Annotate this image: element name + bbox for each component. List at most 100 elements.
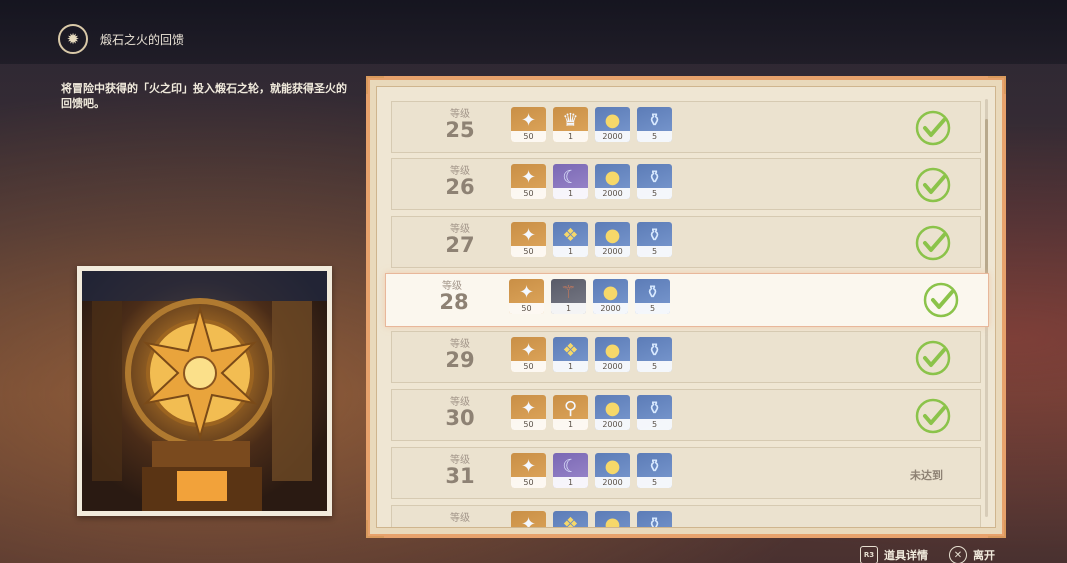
item-quantity: 50 bbox=[511, 419, 546, 430]
level-number: 26 bbox=[445, 175, 475, 199]
close-icon: ✕ bbox=[949, 546, 967, 563]
primogem-icon: ✦ bbox=[520, 225, 537, 246]
item-quantity: 1 bbox=[553, 477, 588, 488]
heros-wit-icon: ⚱ bbox=[646, 225, 663, 246]
item-quantity: 5 bbox=[637, 131, 672, 142]
reward-item[interactable]: ❖ 1 bbox=[553, 337, 588, 372]
mora-icon: ● bbox=[604, 456, 621, 477]
reward-item[interactable]: ✦ bbox=[511, 511, 546, 528]
reward-row[interactable]: 等级 26 ✦ 50 ☾ 1 ● 2000 ⚱ 5 bbox=[391, 158, 981, 210]
reward-row[interactable]: 等级 29 ✦ 50 ❖ 1 ● 2000 ⚱ 5 bbox=[391, 331, 981, 383]
reward-item[interactable]: ❖ bbox=[553, 511, 588, 528]
reward-row[interactable]: 等级 ✦ ❖ ● ⚱ bbox=[391, 505, 981, 528]
reward-row[interactable]: 等级 28 ✦ 50 ⚚ 1 ● 2000 ⚱ 5 bbox=[385, 273, 989, 327]
level-number: 27 bbox=[445, 233, 475, 257]
reward-row[interactable]: 等级 27 ✦ 50 ❖ 1 ● 2000 ⚱ 5 bbox=[391, 216, 981, 268]
heros-wit-icon: ⚱ bbox=[646, 167, 663, 188]
mora-icon: ● bbox=[604, 225, 621, 246]
reward-row[interactable]: 等级 30 ✦ 50 ⚲ 1 ● 2000 ⚱ 5 bbox=[391, 389, 981, 441]
reward-item[interactable]: ⚱ 5 bbox=[637, 395, 672, 430]
item-details-button[interactable]: R3 道具详情 bbox=[860, 546, 928, 563]
event-artwork bbox=[77, 266, 332, 516]
rewards-list[interactable]: 等级 25 ✦ 50 ♛ 1 ● 2000 ⚱ 5 等级 26 ✦ 50 ☾ 1 ● 2000 ⚱ 5 等级 27 ✦ 50 ❖… bbox=[376, 86, 996, 528]
reward-item[interactable]: ● 2000 bbox=[593, 279, 628, 314]
wand-icon: ⚚ bbox=[560, 282, 577, 303]
primogem-icon: ✦ bbox=[518, 282, 535, 303]
item-quantity: 2000 bbox=[595, 361, 630, 372]
crystal-ore-icon: ❖ bbox=[562, 340, 579, 361]
forge-wheel-image bbox=[82, 271, 327, 511]
mora-icon: ● bbox=[602, 282, 619, 303]
reward-item[interactable]: ● 2000 bbox=[595, 164, 630, 199]
reward-item[interactable]: ⚱ 5 bbox=[637, 453, 672, 488]
reward-item[interactable]: ⚲ 1 bbox=[553, 395, 588, 430]
reward-item[interactable]: ● 2000 bbox=[595, 337, 630, 372]
furnace-emblem-icon: ✹ bbox=[58, 24, 88, 54]
mora-icon: ● bbox=[604, 398, 621, 419]
reward-item[interactable]: ● 2000 bbox=[595, 222, 630, 257]
level-number: 30 bbox=[445, 406, 475, 430]
reward-item[interactable]: ● 2000 bbox=[595, 395, 630, 430]
event-title: 煅石之火的回馈 bbox=[100, 33, 185, 47]
reward-item[interactable]: ✦ 50 bbox=[511, 453, 546, 488]
item-quantity: 2000 bbox=[595, 188, 630, 199]
item-quantity: 1 bbox=[553, 246, 588, 257]
reward-item[interactable]: ✦ 50 bbox=[511, 107, 546, 142]
level-number: 28 bbox=[439, 290, 469, 314]
scepter-icon: ⚲ bbox=[563, 398, 578, 419]
item-quantity: 5 bbox=[635, 303, 670, 314]
item-quantity: 2000 bbox=[595, 419, 630, 430]
item-quantity: 50 bbox=[509, 303, 544, 314]
reward-item[interactable]: ❖ 1 bbox=[553, 222, 588, 257]
status-not-reached: 未达到 bbox=[910, 469, 943, 482]
reward-item[interactable]: ⚱ 5 bbox=[637, 107, 672, 142]
heros-wit-icon: ⚱ bbox=[646, 456, 663, 477]
reward-item[interactable]: ✦ 50 bbox=[511, 337, 546, 372]
moon-bell-icon: ☾ bbox=[562, 167, 579, 188]
item-quantity: 50 bbox=[511, 131, 546, 142]
reward-row[interactable]: 等级 31 ✦ 50 ☾ 1 ● 2000 ⚱ 5 未达到 bbox=[391, 447, 981, 499]
reward-row[interactable]: 等级 25 ✦ 50 ♛ 1 ● 2000 ⚱ 5 bbox=[391, 101, 981, 153]
reward-item[interactable]: ☾ 1 bbox=[553, 453, 588, 488]
leave-label: 离开 bbox=[973, 549, 995, 562]
reward-item[interactable]: ⚱ bbox=[637, 511, 672, 527]
item-quantity: 2000 bbox=[593, 303, 628, 314]
primogem-icon: ✦ bbox=[520, 514, 537, 528]
claimed-check-icon bbox=[923, 282, 959, 318]
level-number: 25 bbox=[445, 118, 475, 142]
primogem-icon: ✦ bbox=[520, 398, 537, 419]
item-quantity: 2000 bbox=[595, 131, 630, 142]
item-quantity: 1 bbox=[553, 419, 588, 430]
crystal-ore-icon: ❖ bbox=[562, 514, 579, 528]
reward-item[interactable]: ⚱ 5 bbox=[637, 164, 672, 199]
reward-item[interactable]: ● 2000 bbox=[595, 453, 630, 488]
item-quantity: 5 bbox=[637, 246, 672, 257]
claimed-check-icon bbox=[915, 225, 951, 261]
moon-bell-icon: ☾ bbox=[562, 456, 579, 477]
crown-icon: ♛ bbox=[562, 110, 579, 131]
reward-item[interactable]: ✦ 50 bbox=[509, 279, 544, 314]
leave-button[interactable]: ✕ 离开 bbox=[949, 546, 995, 563]
r3-key-icon: R3 bbox=[860, 546, 878, 563]
mora-icon: ● bbox=[604, 167, 621, 188]
item-quantity: 50 bbox=[511, 188, 546, 199]
reward-item[interactable]: ♛ 1 bbox=[553, 107, 588, 142]
claimed-check-icon bbox=[915, 110, 951, 146]
reward-item[interactable]: ⚱ 5 bbox=[635, 279, 670, 314]
reward-item[interactable]: ⚱ 5 bbox=[637, 337, 672, 372]
reward-item[interactable]: ✦ 50 bbox=[511, 164, 546, 199]
reward-item[interactable]: ● bbox=[595, 511, 630, 527]
level-number: 31 bbox=[445, 464, 475, 488]
item-quantity: 1 bbox=[553, 131, 588, 142]
event-description: 将冒险中获得的「火之印」投入煅石之轮，就能获得圣火的回馈吧。 bbox=[61, 82, 347, 110]
reward-item[interactable]: ● 2000 bbox=[595, 107, 630, 142]
reward-item[interactable]: ✦ 50 bbox=[511, 395, 546, 430]
level-label: 等级 bbox=[450, 513, 470, 524]
reward-item[interactable]: ⚚ 1 bbox=[551, 279, 586, 314]
reward-item[interactable]: ✦ 50 bbox=[511, 222, 546, 257]
reward-item[interactable]: ☾ 1 bbox=[553, 164, 588, 199]
primogem-icon: ✦ bbox=[520, 110, 537, 131]
item-quantity: 50 bbox=[511, 477, 546, 488]
reward-item[interactable]: ⚱ 5 bbox=[637, 222, 672, 257]
crystal-ore-icon: ❖ bbox=[562, 225, 579, 246]
